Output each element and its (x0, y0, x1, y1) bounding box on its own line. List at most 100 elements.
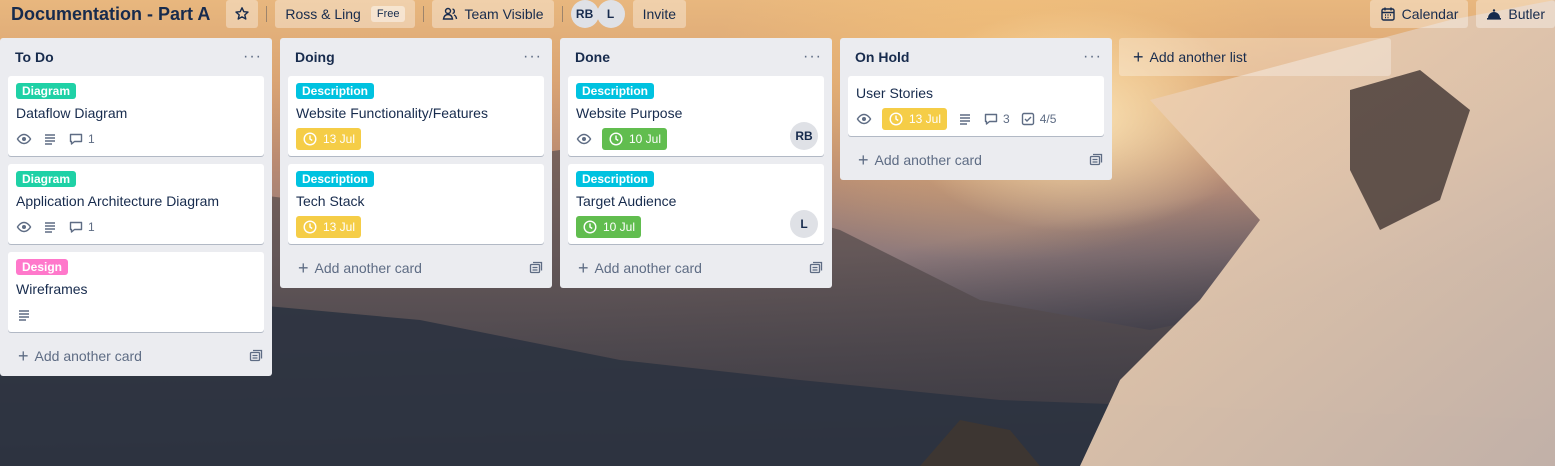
card-member-avatar[interactable]: L (790, 210, 818, 238)
plus-icon: + (578, 258, 589, 278)
visibility-button[interactable]: Team Visible (432, 0, 554, 28)
card-badges (16, 304, 256, 326)
card-list: User Stories 13 Jul 3 4/5 (840, 76, 1112, 136)
card[interactable]: Description Target Audience 10 Jul L (568, 164, 824, 244)
calendar-button[interactable]: Calendar (1369, 0, 1469, 28)
list-title[interactable]: Doing (295, 49, 335, 65)
list-title[interactable]: Done (575, 49, 610, 65)
card-title: Tech Stack (296, 193, 365, 209)
card[interactable]: Description Website Functionality/Featur… (288, 76, 544, 156)
list-title[interactable]: To Do (15, 49, 54, 65)
header-divider (561, 6, 563, 22)
clock-icon (889, 112, 903, 126)
card-label: Diagram (16, 83, 77, 99)
list-title[interactable]: On Hold (855, 49, 909, 65)
add-list-label: Add another list (1149, 49, 1247, 65)
workspace-button[interactable]: Ross & Ling Free (275, 0, 416, 28)
add-card-button[interactable]: + Add another card (0, 340, 272, 372)
card[interactable]: User Stories 13 Jul 3 4/5 (848, 76, 1104, 136)
watch-badge (16, 219, 32, 235)
template-icon[interactable] (248, 348, 264, 364)
template-icon[interactable] (808, 260, 824, 276)
clock-icon (609, 132, 623, 146)
add-card-button[interactable]: + Add another card (280, 252, 552, 284)
card[interactable]: Description Website Purpose 10 Jul RB (568, 76, 824, 156)
description-icon (45, 134, 55, 145)
card[interactable]: Design Wireframes (8, 252, 264, 332)
plus-icon: + (298, 258, 309, 278)
card[interactable]: Description Tech Stack 13 Jul (288, 164, 544, 244)
header-divider (266, 6, 268, 22)
list-menu-icon[interactable]: ··· (523, 49, 542, 65)
add-card-button[interactable]: + Add another card (560, 252, 832, 284)
butler-icon (1487, 9, 1502, 20)
card-badges: 13 Jul (296, 128, 536, 150)
plus-icon: + (858, 150, 869, 170)
checklist-icon (1021, 112, 1034, 126)
member-avatar-rb[interactable]: RB (570, 0, 599, 28)
card[interactable]: Diagram Dataflow Diagram 1 (8, 76, 264, 156)
list-header: Doing ··· (280, 38, 552, 76)
star-button[interactable] (226, 0, 259, 28)
card-label: Description (576, 83, 655, 99)
card-member-avatar[interactable]: RB (790, 122, 818, 150)
add-card-label: Add another card (34, 348, 142, 364)
header-divider (423, 6, 425, 22)
due-date-badge[interactable]: 10 Jul (602, 128, 668, 150)
butler-button[interactable]: Butler (1476, 0, 1555, 28)
list-menu-icon[interactable]: ··· (1083, 49, 1102, 65)
card-list: Description Website Purpose 10 Jul RB De… (560, 76, 832, 244)
member-avatar-l[interactable]: L (596, 0, 625, 28)
watch-badge (856, 111, 872, 127)
calendar-icon (1380, 7, 1395, 21)
comment-icon (984, 113, 998, 125)
list-menu-icon[interactable]: ··· (243, 49, 262, 65)
due-date-badge[interactable]: 13 Jul (296, 128, 362, 150)
due-date-badge[interactable]: 10 Jul (576, 216, 642, 238)
board-members: RB L (570, 0, 625, 28)
invite-button[interactable]: Invite (632, 0, 687, 28)
team-icon (443, 7, 458, 20)
card-title: User Stories (856, 85, 934, 101)
description-badge (42, 219, 58, 235)
checklist-badge: 4/5 (1020, 111, 1056, 127)
plus-icon: + (1133, 47, 1144, 67)
board-title[interactable]: Documentation - Part A (0, 4, 210, 25)
due-date: 10 Jul (629, 132, 662, 146)
butler-label: Butler (1508, 6, 1545, 22)
plus-icon: + (18, 346, 29, 366)
header-right: Calendar Butler (1369, 0, 1555, 28)
description-badge (42, 131, 58, 147)
comments-badge: 3 (983, 111, 1010, 127)
card-label: Description (296, 171, 375, 187)
due-date-badge[interactable]: 13 Jul (882, 108, 948, 130)
add-card-label: Add another card (314, 260, 422, 276)
clock-icon (303, 132, 317, 146)
eye-icon (856, 113, 872, 125)
board-header: Documentation - Part A Ross & Ling Free … (0, 0, 1555, 28)
due-date: 10 Jul (603, 220, 636, 234)
comment-icon (69, 221, 83, 233)
calendar-label: Calendar (1401, 6, 1459, 22)
plan-badge: Free (370, 6, 406, 22)
template-icon[interactable] (528, 260, 544, 276)
eye-icon (576, 133, 592, 145)
eye-icon (16, 221, 32, 233)
list-done: Done ··· Description Website Purpose 10 … (560, 38, 832, 288)
due-date: 13 Jul (323, 220, 356, 234)
template-icon[interactable] (1088, 152, 1104, 168)
comment-count: 1 (88, 220, 95, 234)
card-title: Wireframes (16, 281, 88, 297)
add-card-button[interactable]: + Add another card (840, 144, 1112, 176)
card-title: Website Purpose (576, 105, 683, 121)
due-date: 13 Jul (909, 112, 942, 126)
description-icon (19, 310, 29, 321)
add-list-button[interactable]: + Add another list (1119, 38, 1391, 76)
card-list: Diagram Dataflow Diagram 1 Diagram Appli… (0, 76, 272, 332)
card[interactable]: Diagram Application Architecture Diagram… (8, 164, 264, 244)
card-label: Design (16, 259, 69, 275)
due-date-badge[interactable]: 13 Jul (296, 216, 362, 238)
list-header: On Hold ··· (840, 38, 1112, 76)
list-menu-icon[interactable]: ··· (803, 49, 822, 65)
watch-badge (16, 131, 32, 147)
